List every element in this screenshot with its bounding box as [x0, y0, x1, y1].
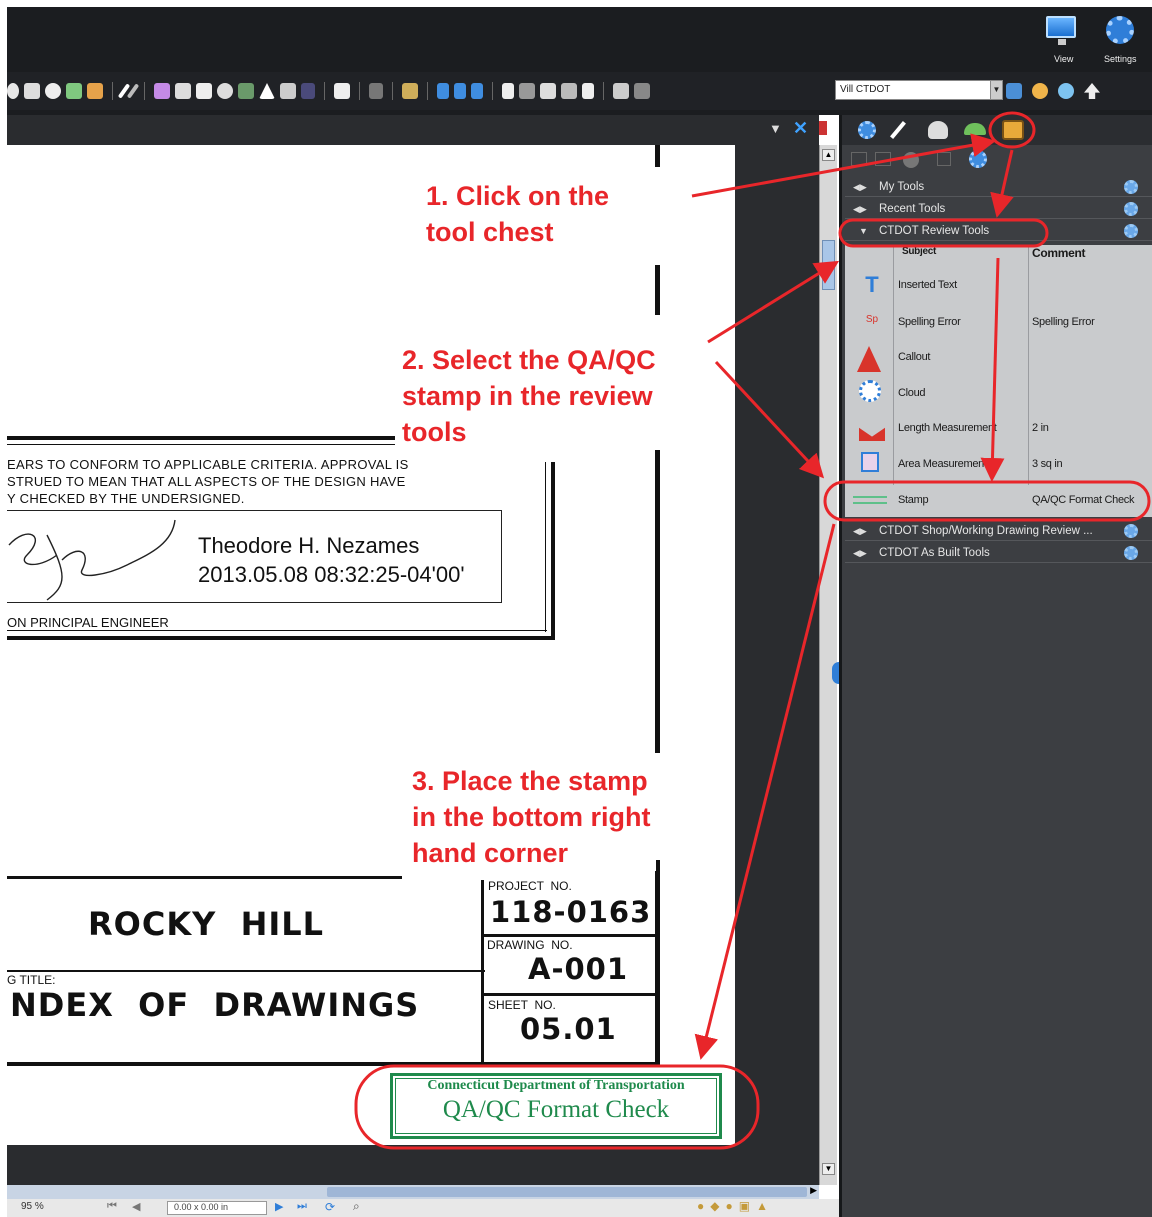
arrow-section-to-stamp	[980, 257, 1005, 482]
highlight-tool-chest	[988, 111, 1036, 149]
arrow-step1	[691, 133, 996, 198]
arrow-step2-down	[714, 360, 825, 479]
annotation-overlay	[354, 111, 1151, 1150]
arrow-step3	[694, 523, 836, 1060]
highlight-review-tools	[838, 218, 1049, 248]
arrow-step2-up	[707, 260, 840, 344]
arrow-chest-to-section	[990, 149, 1014, 218]
highlight-placed-stamp	[354, 1064, 760, 1150]
highlight-stamp-row	[823, 480, 1151, 522]
app-window: View Settings Vill CTDOT ▼ ▼ ✕ EARS TO C…	[0, 0, 1152, 1217]
